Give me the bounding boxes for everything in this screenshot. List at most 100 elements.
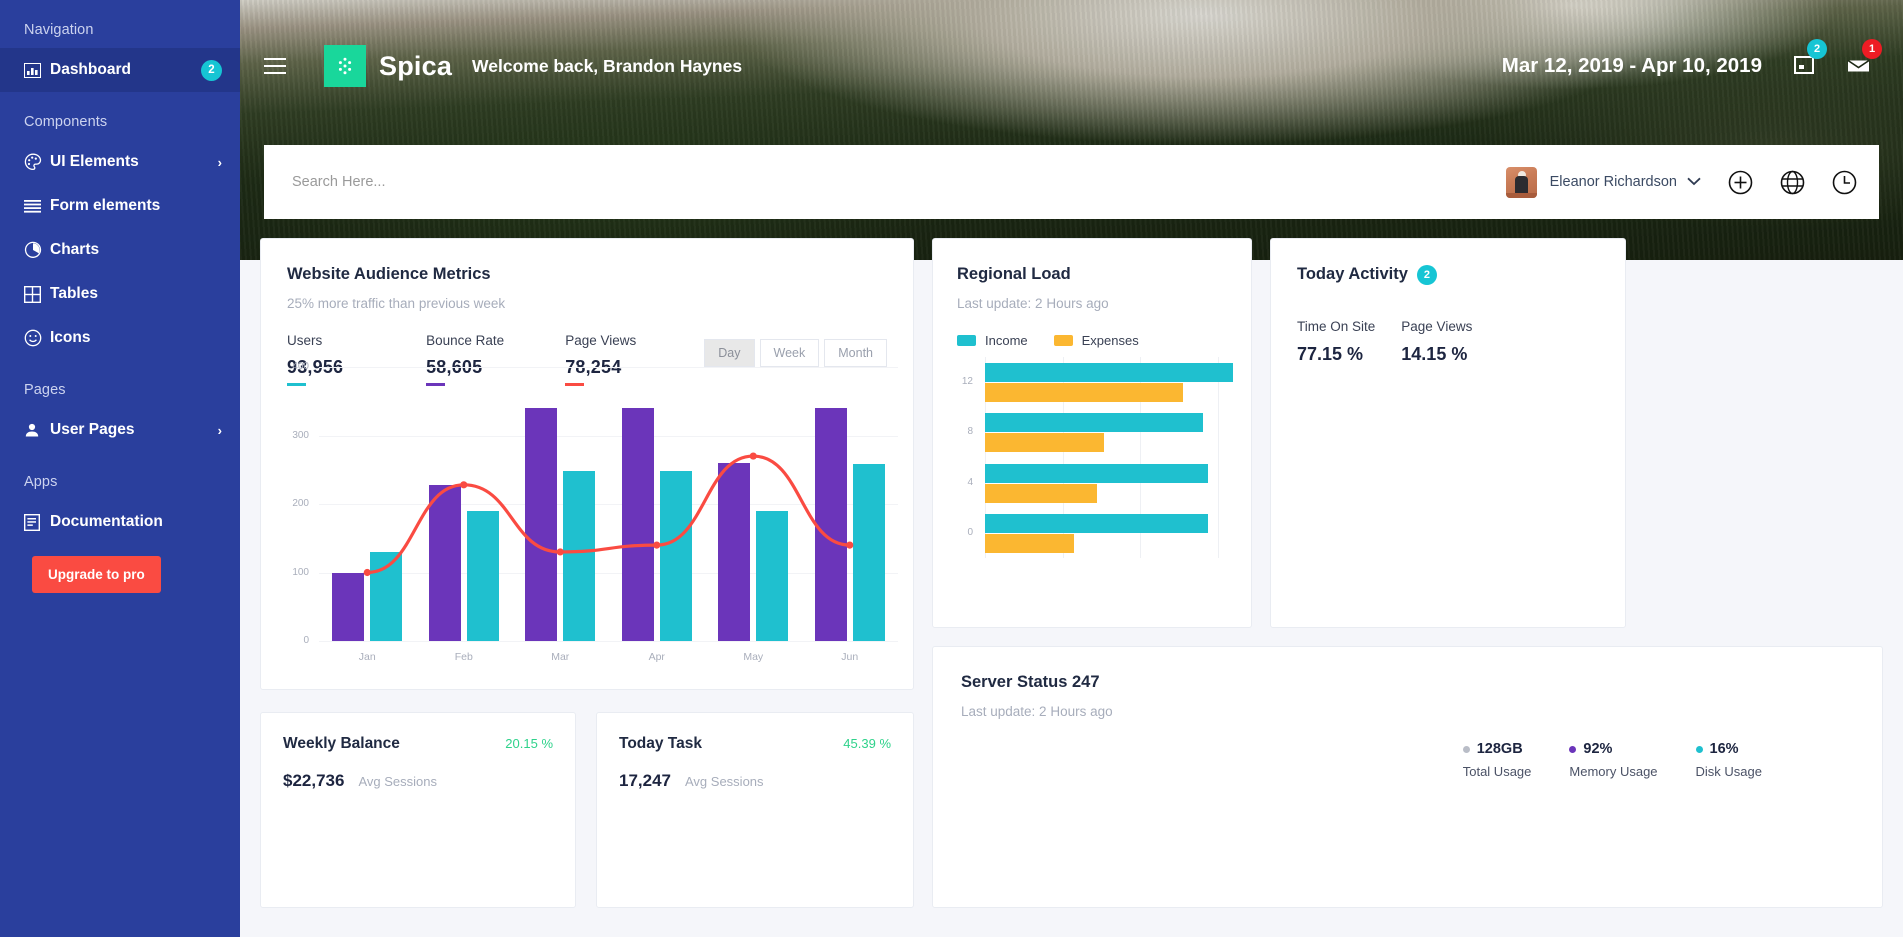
hbar-income [985,464,1208,483]
server-metrics: 128GB Total Usage 92% Memory Usage 16% D… [1425,741,1762,779]
metric-caption: Total Usage [1463,764,1532,779]
today-task-value: 17,247 [619,771,671,791]
weekly-balance-title: Weekly Balance [283,735,400,753]
metric-value-row: 128GB [1463,741,1532,757]
sidebar-item-label: Documentation [50,513,222,531]
metric-value: 16% [1710,741,1739,757]
audience-bar-line-chart: 0100200300400JanFebMarAprMayJun [283,367,898,667]
main-content: Website Audience Metrics 25% more traffi… [240,220,1903,937]
sidebar-caption-navigation: Navigation [0,0,240,48]
chevron-right-icon: › [218,423,222,438]
sidebar-caption-apps: Apps [0,452,240,500]
sidebar-item-label: Dashboard [50,61,201,79]
app-logo-icon [324,45,366,87]
sidebar-item-documentation[interactable]: Documentation [0,500,240,544]
sidebar-caption-components: Components [0,92,240,140]
stat-time-on-site: Time On Site 77.15 % [1297,319,1375,365]
today-activity-title: Today Activity [1297,265,1408,283]
sidebar-item-tables[interactable]: Tables [0,272,240,316]
card-today-activity: Today Activity 2 Time On Site 77.15 % Pag… [1270,238,1626,628]
card-today-task: Today Task 45.39 % 17,247 Avg Sessions [596,712,914,908]
weekly-balance-header: Weekly Balance 20.15 % [283,735,553,753]
search-input[interactable] [292,174,1506,190]
chevron-right-icon: › [218,155,222,170]
chevron-down-icon[interactable] [1687,175,1701,189]
weekly-balance-value: $22,736 [283,771,344,791]
stat-value: 77.15 % [1297,344,1375,365]
metric-value-row: 16% [1696,741,1762,757]
page-title: Website Audience Metrics [287,265,887,284]
search-bar: Eleanor Richardson [264,145,1879,219]
hbar-income [985,413,1203,432]
today-task-header: Today Task 45.39 % [619,735,891,753]
palette-icon [24,151,50,173]
card-website-audience-metrics: Website Audience Metrics 25% more traffi… [260,238,914,690]
today-activity-badge: 2 [1417,265,1437,285]
sidebar: Navigation Dashboard 2 Components [0,0,240,937]
status-dot [1463,746,1470,753]
smiley-icon [24,327,50,349]
hbar-expenses [985,534,1074,553]
metric-total-usage: 128GB Total Usage [1463,741,1532,779]
legend-item-income: Income [957,333,1028,348]
mail-button[interactable]: 1 [1846,52,1871,81]
y-axis-tick: 4 [955,477,973,488]
add-button[interactable] [1728,170,1753,195]
audience-subtitle: 25% more traffic than previous week [287,296,887,311]
metric-value-row: 92% [1569,741,1657,757]
weekly-balance-value-row: $22,736 Avg Sessions [283,771,553,791]
stat-label: Time On Site [1297,319,1375,334]
today-activity-stats: Time On Site 77.15 % Page Views 14.15 % [1297,319,1599,365]
upgrade-to-pro-button[interactable]: Upgrade to pro [32,556,161,593]
segment-week[interactable]: Week [760,339,820,367]
sidebar-item-user-pages[interactable]: User Pages › [0,408,240,452]
today-task-percent: 45.39 % [843,736,891,751]
y-axis-tick: 8 [955,426,973,437]
regional-legend: Income Expenses [957,333,1227,348]
user-name-label[interactable]: Eleanor Richardson [1550,174,1677,190]
regional-title: Regional Load [957,265,1227,284]
sidebar-item-icons[interactable]: Icons [0,316,240,360]
sidebar-item-dashboard[interactable]: Dashboard 2 [0,48,240,92]
hbar-expenses [985,383,1183,402]
y-axis-tick: 0 [955,527,973,538]
legend-label: Expenses [1082,333,1139,348]
today-activity-header: Today Activity 2 Time On Site 77.15 % Pag… [1271,265,1625,365]
segment-month[interactable]: Month [824,339,887,367]
stat-label: Page Views [1401,319,1472,334]
metric-value: 128GB [1477,741,1523,757]
today-task-sub: Avg Sessions [685,774,764,789]
document-icon [24,511,50,533]
app-title: Spica [379,51,452,82]
y-axis-tick: 12 [955,376,973,387]
avatar[interactable] [1506,167,1537,198]
weekly-balance-sub: Avg Sessions [358,774,437,789]
sidebar-item-label: Icons [50,329,222,347]
pie-chart-icon [24,239,50,261]
sidebar-item-charts[interactable]: Charts [0,228,240,272]
legend-label: Income [985,333,1028,348]
hbar-expenses [985,433,1104,452]
regional-horizontal-bar-chart: 0 4 8 12 [953,357,1233,572]
sidebar-item-form-elements[interactable]: Form elements [0,184,240,228]
history-clock-button[interactable] [1832,170,1857,195]
welcome-message: Welcome back, Brandon Haynes [472,56,742,77]
segment-day[interactable]: Day [704,339,754,367]
sidebar-item-label: Form elements [50,197,222,215]
menu-toggle-icon[interactable] [264,51,298,81]
stat-label: Bounce Rate [426,333,565,348]
server-status-title: Server Status 247 [961,673,1854,692]
date-range-label: Mar 12, 2019 - Apr 10, 2019 [1502,54,1762,78]
globe-button[interactable] [1780,170,1805,195]
stat-label: Users [287,333,426,348]
sidebar-item-label: Tables [50,285,222,303]
metric-memory-usage: 92% Memory Usage [1569,741,1657,779]
legend-item-expenses: Expenses [1054,333,1139,348]
sidebar-item-ui-elements[interactable]: UI Elements › [0,140,240,184]
user-icon [24,419,50,441]
calendar-button[interactable]: 2 [1792,52,1816,81]
legend-swatch [957,335,976,346]
gridline [1218,357,1219,558]
envelope-icon [1846,63,1871,80]
status-dot [1696,746,1703,753]
